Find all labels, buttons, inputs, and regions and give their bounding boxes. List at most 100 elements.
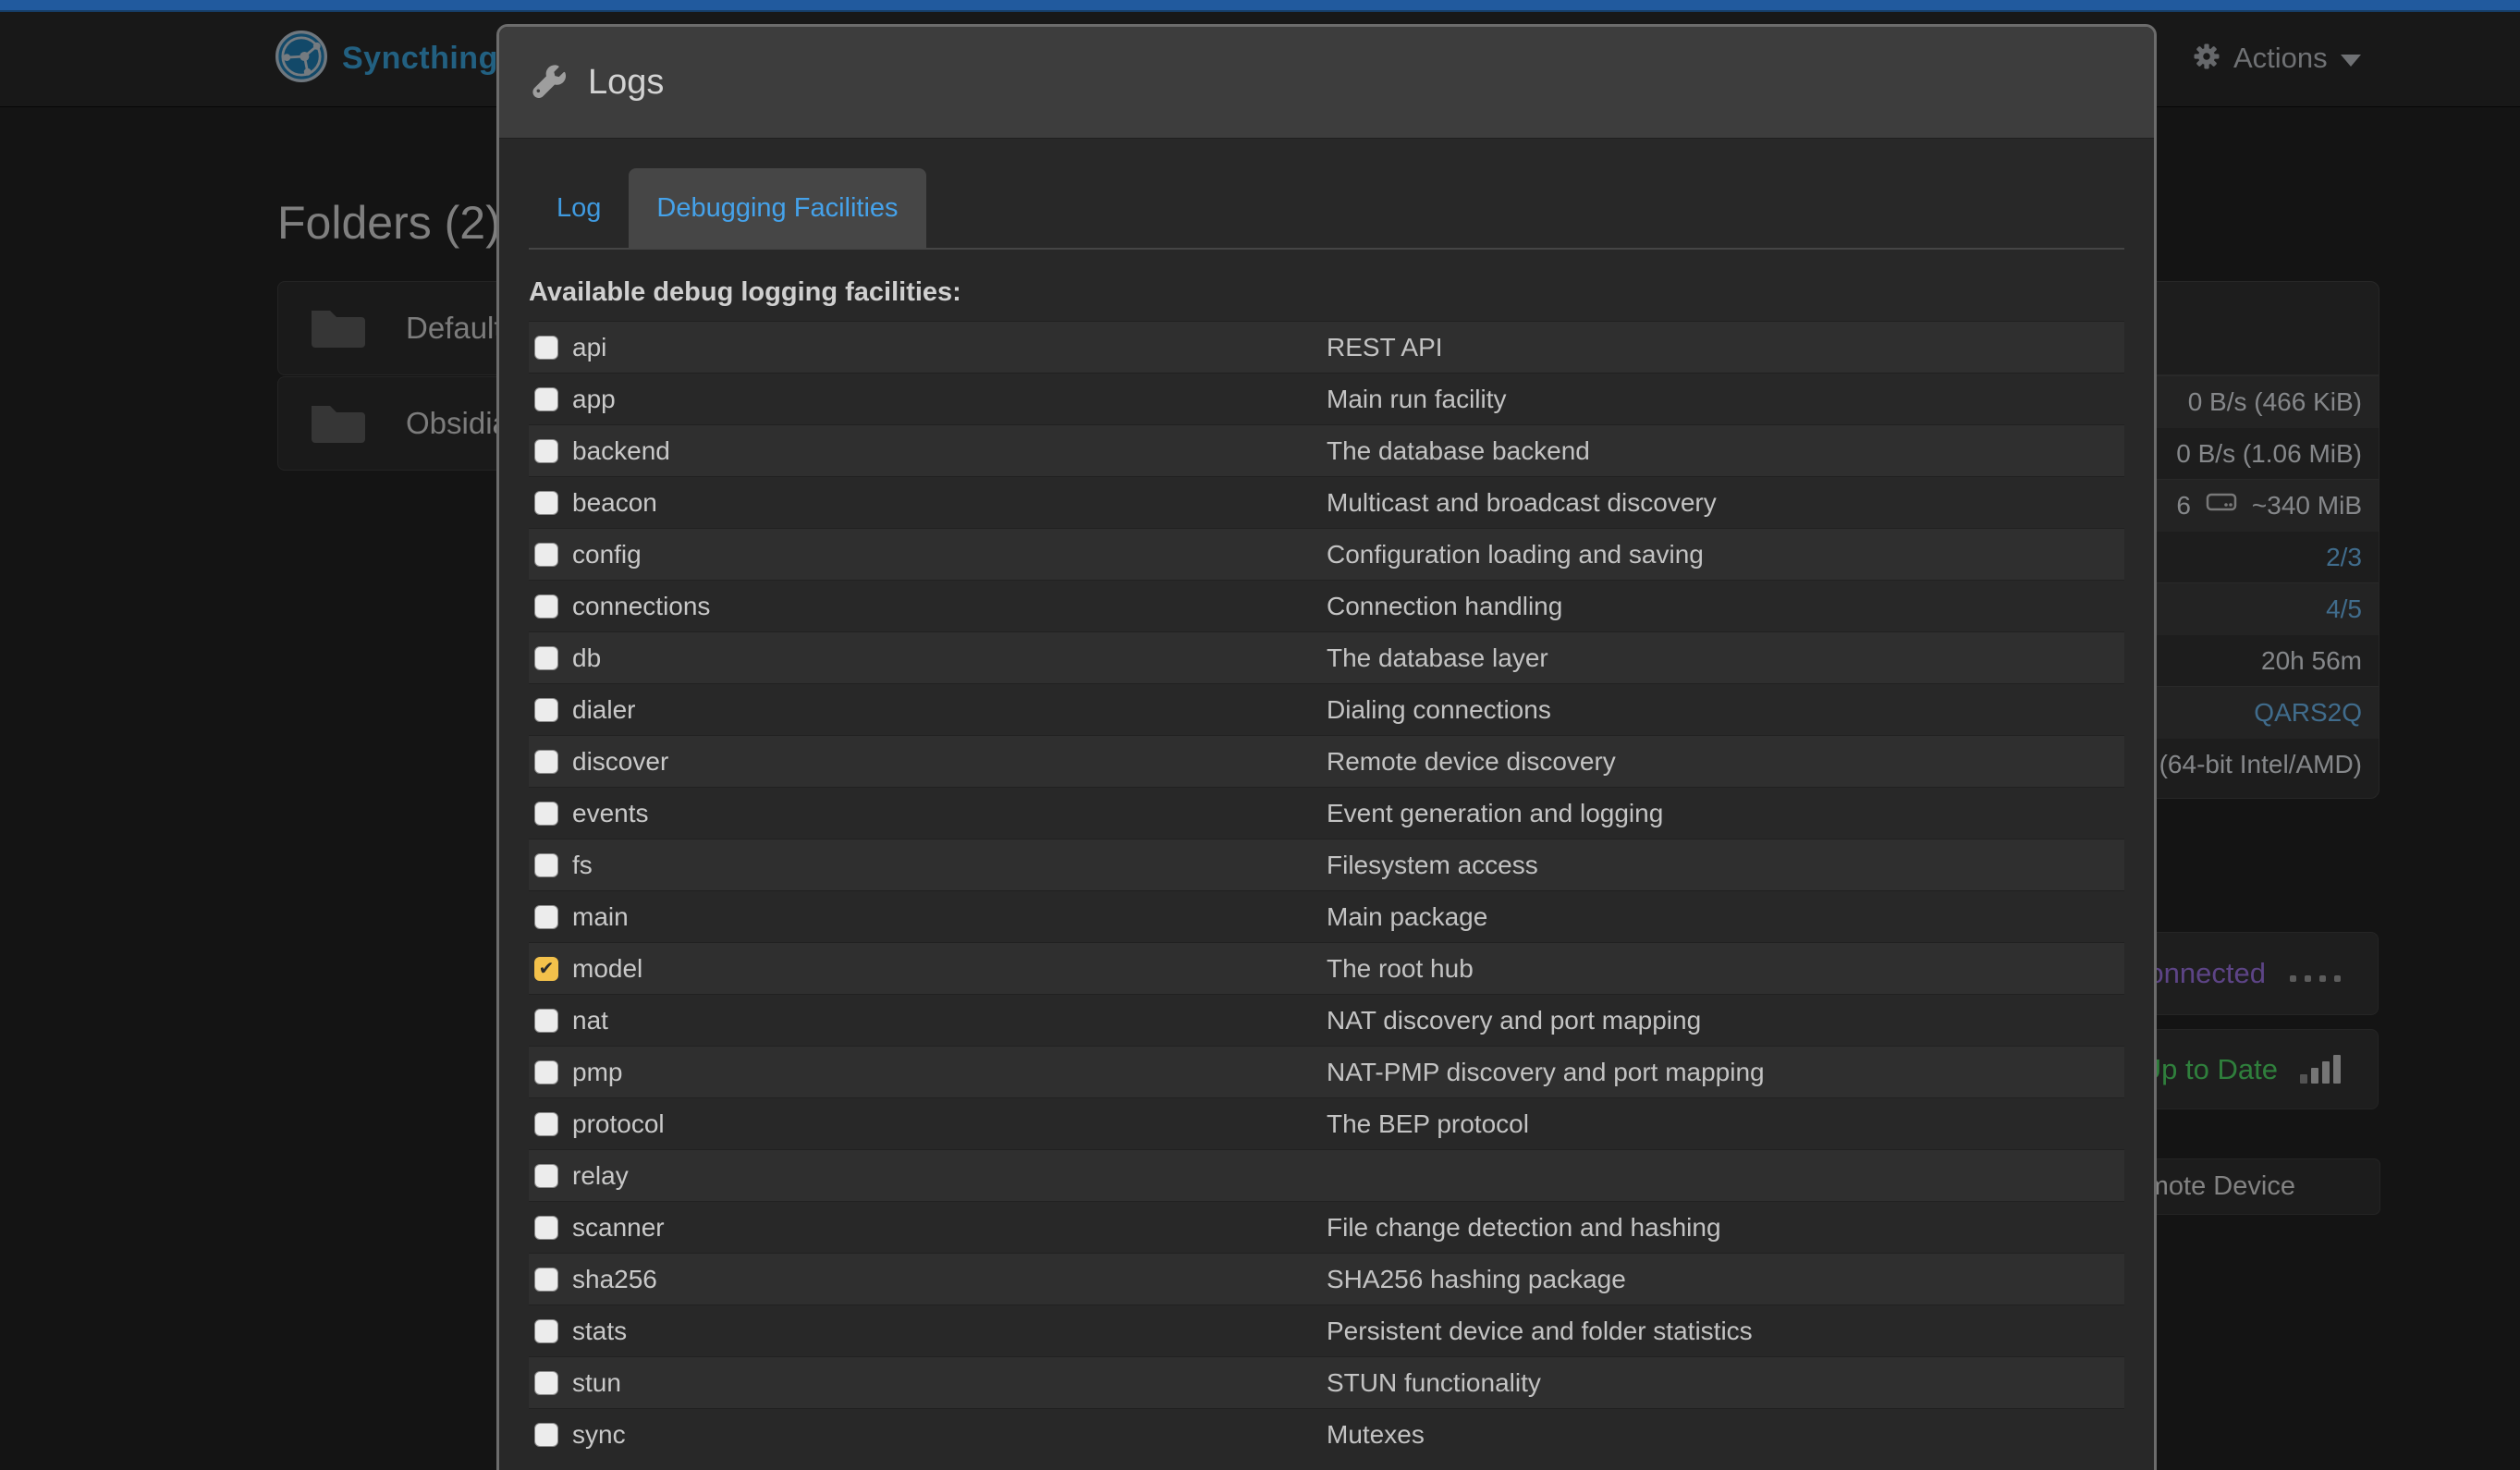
facility-row: protocol The BEP protocol bbox=[529, 1097, 2124, 1149]
facility-checkbox[interactable] bbox=[534, 439, 558, 463]
facility-checkbox[interactable] bbox=[534, 1009, 558, 1033]
logs-modal: Logs Log Debugging Facilities Available … bbox=[496, 24, 2157, 1470]
facility-row: dialerDialing connections bbox=[529, 683, 2124, 735]
facility-description: Multicast and broadcast discovery bbox=[1327, 488, 2124, 518]
facility-name: stun bbox=[572, 1368, 621, 1398]
facility-checkbox[interactable] bbox=[534, 1268, 558, 1292]
facilities-heading: Available debug logging facilities: bbox=[529, 277, 2124, 308]
facility-name: stats bbox=[572, 1317, 627, 1346]
facility-name-cell: dialer bbox=[529, 695, 1327, 725]
facility-name-cell: stun bbox=[529, 1368, 1327, 1398]
facility-row: backend The database backend bbox=[529, 424, 2124, 476]
facility-checkbox[interactable] bbox=[534, 802, 558, 826]
facility-row: config Configuration loading and saving bbox=[529, 528, 2124, 580]
facility-description: The database backend bbox=[1327, 436, 2124, 466]
facility-name-cell: db bbox=[529, 643, 1327, 673]
facility-name-cell: config bbox=[529, 540, 1327, 570]
facility-description: Main run facility bbox=[1327, 385, 2124, 414]
browser-accent-bar bbox=[0, 0, 2520, 12]
facility-name: backend bbox=[572, 436, 670, 466]
modal-body: Log Debugging Facilities Available debug… bbox=[499, 139, 2154, 1470]
facility-name: sync bbox=[572, 1420, 626, 1450]
facility-name-cell: scanner bbox=[529, 1213, 1327, 1243]
facility-row: natNAT discovery and port mapping bbox=[529, 994, 2124, 1046]
facility-checkbox[interactable] bbox=[534, 387, 558, 411]
facility-name: fs bbox=[572, 851, 593, 880]
facility-checkbox[interactable] bbox=[534, 1423, 558, 1447]
facility-description: Filesystem access bbox=[1327, 851, 2124, 880]
facility-row: api REST API bbox=[529, 321, 2124, 373]
facility-description: File change detection and hashing bbox=[1327, 1213, 2124, 1243]
facility-description: Main package bbox=[1327, 902, 2124, 932]
facility-name-cell: connections bbox=[529, 592, 1327, 621]
facility-checkbox[interactable] bbox=[534, 1112, 558, 1136]
facility-name-cell: beacon bbox=[529, 488, 1327, 518]
facility-name-cell: fs bbox=[529, 851, 1327, 880]
facility-description: Remote device discovery bbox=[1327, 747, 2124, 777]
facility-name-cell: pmp bbox=[529, 1058, 1327, 1087]
facility-checkbox[interactable] bbox=[534, 646, 558, 670]
facility-checkbox[interactable] bbox=[534, 698, 558, 722]
facility-name-cell: backend bbox=[529, 436, 1327, 466]
facility-description: The root hub bbox=[1327, 954, 2124, 984]
facility-description: SHA256 hashing package bbox=[1327, 1265, 2124, 1294]
facility-row: pmpNAT-PMP discovery and port mapping bbox=[529, 1046, 2124, 1097]
facility-row: discoverRemote device discovery bbox=[529, 735, 2124, 787]
facility-name-cell: ✔model bbox=[529, 954, 1327, 984]
facility-name: scanner bbox=[572, 1213, 665, 1243]
facilities-table: api REST API app Main run facility backend Th… bbox=[529, 321, 2124, 1460]
facility-row: stats Persistent device and folder statis… bbox=[529, 1305, 2124, 1356]
facility-name: app bbox=[572, 385, 616, 414]
facility-description: Event generation and logging bbox=[1327, 799, 2124, 828]
facility-description: The BEP protocol bbox=[1327, 1109, 2124, 1139]
facility-checkbox[interactable] bbox=[534, 1164, 558, 1188]
facility-checkbox[interactable] bbox=[534, 594, 558, 619]
facility-name: api bbox=[572, 333, 606, 362]
facility-row: fs Filesystem access bbox=[529, 839, 2124, 890]
facility-checkbox[interactable] bbox=[534, 543, 558, 567]
facility-name: relay bbox=[572, 1161, 629, 1191]
facility-checkbox[interactable] bbox=[534, 853, 558, 877]
facility-name: db bbox=[572, 643, 601, 673]
tab-log[interactable]: Log bbox=[529, 168, 629, 248]
facility-name: dialer bbox=[572, 695, 635, 725]
facility-row: events Event generation and logging bbox=[529, 787, 2124, 839]
facility-name-cell: nat bbox=[529, 1006, 1327, 1035]
tab-debugging-facilities[interactable]: Debugging Facilities bbox=[629, 168, 925, 248]
facility-description: Configuration loading and saving bbox=[1327, 540, 2124, 570]
facility-name-cell: app bbox=[529, 385, 1327, 414]
facility-description: Connection handling bbox=[1327, 592, 2124, 621]
facility-checkbox[interactable]: ✔ bbox=[534, 957, 558, 981]
facility-row: relay bbox=[529, 1149, 2124, 1201]
facility-checkbox[interactable] bbox=[534, 1319, 558, 1343]
facility-name-cell: protocol bbox=[529, 1109, 1327, 1139]
facility-name: connections bbox=[572, 592, 710, 621]
facility-row: stun STUN functionality bbox=[529, 1356, 2124, 1408]
facility-name-cell: sha256 bbox=[529, 1265, 1327, 1294]
facility-checkbox[interactable] bbox=[534, 336, 558, 360]
modal-header: Logs bbox=[499, 27, 2154, 139]
facility-name: main bbox=[572, 902, 629, 932]
facility-description: REST API bbox=[1327, 333, 2124, 362]
facility-row: dbThe database layer bbox=[529, 631, 2124, 683]
facility-checkbox[interactable] bbox=[534, 491, 558, 515]
facility-checkbox[interactable] bbox=[534, 1060, 558, 1084]
facility-name-cell: main bbox=[529, 902, 1327, 932]
facility-checkbox[interactable] bbox=[534, 1371, 558, 1395]
facility-checkbox[interactable] bbox=[534, 750, 558, 774]
facility-description: NAT discovery and port mapping bbox=[1327, 1006, 2124, 1035]
facility-description: STUN functionality bbox=[1327, 1368, 2124, 1398]
facility-row: app Main run facility bbox=[529, 373, 2124, 424]
wrench-icon bbox=[531, 63, 566, 103]
facility-description: Persistent device and folder statistics bbox=[1327, 1317, 2124, 1346]
facility-name: config bbox=[572, 540, 642, 570]
facility-checkbox[interactable] bbox=[534, 905, 558, 929]
facility-name: protocol bbox=[572, 1109, 665, 1139]
facility-description: Mutexes bbox=[1327, 1420, 2124, 1450]
facility-row: beacon Multicast and broadcast discovery bbox=[529, 476, 2124, 528]
facility-name: beacon bbox=[572, 488, 657, 518]
facility-checkbox[interactable] bbox=[534, 1216, 558, 1240]
facility-name: events bbox=[572, 799, 649, 828]
modal-title: Logs bbox=[588, 63, 664, 103]
facility-description: NAT-PMP discovery and port mapping bbox=[1327, 1058, 2124, 1087]
